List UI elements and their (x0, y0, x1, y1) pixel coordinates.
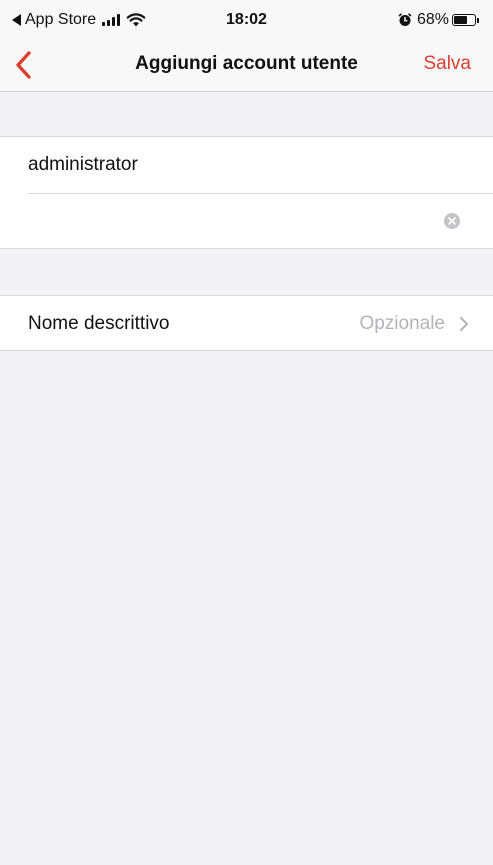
battery-fill (454, 16, 467, 24)
page-title: Aggiungi account utente (135, 53, 358, 74)
battery-cap (477, 17, 479, 23)
status-bar: App Store 18:02 68% (0, 0, 493, 40)
password-row (0, 193, 493, 249)
friendly-name-section: Nome descrittivo Opzionale (0, 295, 493, 351)
chevron-right-icon (460, 317, 468, 331)
clear-x-glyph (448, 217, 456, 225)
username-input[interactable] (28, 137, 433, 193)
clear-icon[interactable] (444, 213, 460, 229)
battery-percent: 68% (416, 11, 449, 28)
friendly-name-row[interactable]: Nome descrittivo Opzionale (0, 296, 493, 352)
navigation-bar: Aggiungi account utente Salva (0, 40, 493, 92)
status-right: 68% (398, 11, 479, 29)
password-input[interactable] (28, 193, 433, 249)
alarm-clock-icon (398, 13, 412, 26)
username-row (0, 137, 493, 193)
friendly-name-label: Nome descrittivo (28, 313, 170, 334)
credentials-section (0, 136, 493, 249)
friendly-name-placeholder: Opzionale (359, 313, 445, 334)
save-button[interactable]: Salva (423, 53, 471, 75)
battery-icon (452, 14, 476, 26)
